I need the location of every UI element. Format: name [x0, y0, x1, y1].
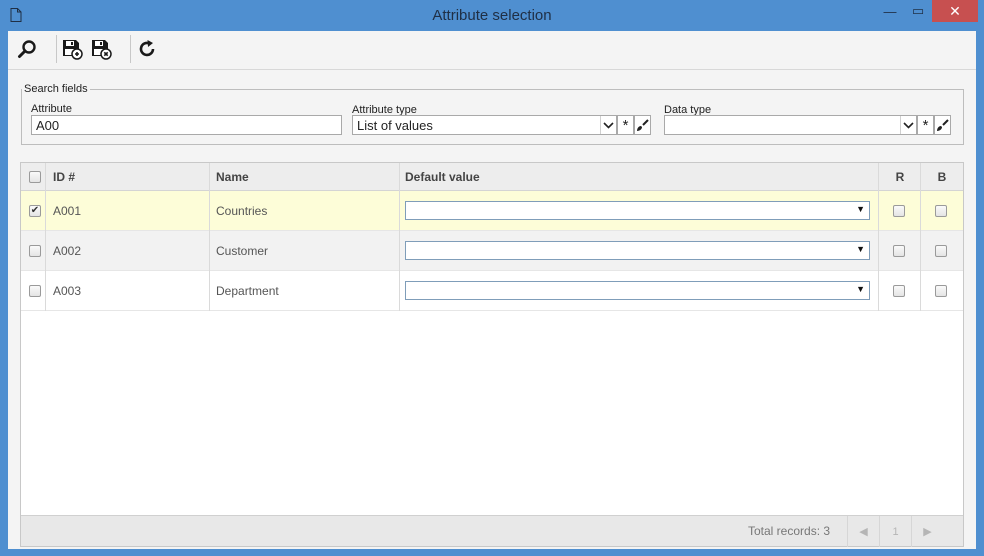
- row-checkbox[interactable]: [29, 245, 41, 257]
- data-type-brush-button[interactable]: [934, 115, 951, 135]
- table-row[interactable]: ✔ A001 Countries ▼: [21, 191, 963, 231]
- table-row[interactable]: A003 Department ▼: [21, 271, 963, 311]
- default-value-select[interactable]: ▼: [405, 201, 870, 220]
- attribute-selection-window: Attribute selection — ▭ ✕ Search fields …: [0, 0, 984, 556]
- r-checkbox[interactable]: [893, 285, 905, 297]
- toolbar: [8, 31, 976, 70]
- asterisk-icon: *: [922, 116, 929, 134]
- previous-page-button[interactable]: ◀: [847, 516, 879, 547]
- column-divider: [209, 163, 210, 311]
- save-new-icon: [63, 40, 83, 60]
- brush-icon: [637, 118, 649, 131]
- search-button[interactable]: [14, 36, 40, 62]
- brush-icon: [937, 118, 949, 131]
- toolbar-separator: [56, 35, 57, 63]
- close-button[interactable]: ✕: [932, 0, 978, 22]
- window-title: Attribute selection: [432, 7, 552, 24]
- column-divider: [920, 163, 921, 311]
- chevron-down-icon[interactable]: [900, 116, 916, 134]
- previous-icon: ◀: [859, 526, 868, 538]
- row-name: Customer: [216, 244, 269, 258]
- select-all-checkbox[interactable]: [29, 171, 41, 183]
- total-records: Total records: 3: [748, 524, 831, 538]
- asterisk-icon: *: [622, 116, 629, 134]
- next-icon: ▶: [923, 526, 932, 538]
- dropdown-arrow-icon[interactable]: ▼: [856, 204, 865, 214]
- default-value-select[interactable]: ▼: [405, 281, 870, 300]
- client-area: Search fields Attribute Attribute type L…: [8, 31, 976, 549]
- chevron-down-icon[interactable]: [600, 116, 616, 134]
- next-page-button[interactable]: ▶: [911, 516, 943, 547]
- refresh-button[interactable]: [134, 36, 160, 62]
- save-close-icon: [92, 40, 112, 60]
- attribute-grid: ID # Name Default value R B ✔ A001 Count…: [20, 162, 964, 547]
- table-row[interactable]: A002 Customer ▼: [21, 231, 963, 271]
- column-header-r[interactable]: R: [879, 163, 921, 191]
- column-divider: [45, 163, 46, 311]
- check-icon: ✔: [30, 205, 40, 216]
- attribute-type-brush-button[interactable]: [634, 115, 651, 135]
- grid-footer: Total records: 3 ◀ 1 ▶: [21, 515, 963, 547]
- attribute-type-value: List of values: [357, 118, 433, 133]
- default-value-select[interactable]: ▼: [405, 241, 870, 260]
- save-close-button[interactable]: [88, 36, 114, 62]
- r-checkbox[interactable]: [893, 245, 905, 257]
- row-name: Countries: [216, 204, 268, 218]
- row-checkbox[interactable]: ✔: [29, 205, 41, 217]
- save-new-button[interactable]: [59, 36, 85, 62]
- maximize-button[interactable]: ▭: [904, 0, 932, 22]
- attribute-label: Attribute: [31, 103, 72, 115]
- refresh-icon: [139, 40, 155, 57]
- page-number-button[interactable]: 1: [879, 516, 911, 547]
- column-header-default-value[interactable]: Default value: [405, 163, 480, 191]
- search-icon: [18, 40, 36, 58]
- b-checkbox[interactable]: [935, 245, 947, 257]
- dropdown-arrow-icon[interactable]: ▼: [856, 284, 865, 294]
- title-bar: Attribute selection — ▭ ✕: [0, 0, 984, 30]
- page-number: 1: [892, 525, 899, 538]
- row-id: A002: [53, 244, 82, 258]
- b-checkbox[interactable]: [935, 205, 947, 217]
- column-header-name[interactable]: Name: [216, 163, 249, 191]
- data-type-clear-button[interactable]: *: [917, 115, 934, 135]
- minimize-button[interactable]: —: [876, 0, 904, 22]
- column-divider: [399, 163, 400, 311]
- attribute-type-clear-button[interactable]: *: [617, 115, 634, 135]
- search-fields-legend: Search fields: [22, 83, 90, 95]
- row-checkbox[interactable]: [29, 285, 41, 297]
- attribute-type-select[interactable]: List of values: [352, 115, 617, 135]
- dropdown-arrow-icon[interactable]: ▼: [856, 244, 865, 254]
- r-checkbox[interactable]: [893, 205, 905, 217]
- toolbar-separator: [130, 35, 131, 63]
- grid-header: ID # Name Default value R B: [21, 163, 963, 191]
- data-type-select[interactable]: [664, 115, 917, 135]
- b-checkbox[interactable]: [935, 285, 947, 297]
- attribute-input[interactable]: [31, 115, 342, 135]
- column-header-id[interactable]: ID #: [53, 163, 75, 191]
- column-divider: [878, 163, 879, 311]
- column-header-b[interactable]: B: [921, 163, 963, 191]
- row-id: A003: [53, 284, 82, 298]
- row-id: A001: [53, 204, 82, 218]
- row-name: Department: [216, 284, 279, 298]
